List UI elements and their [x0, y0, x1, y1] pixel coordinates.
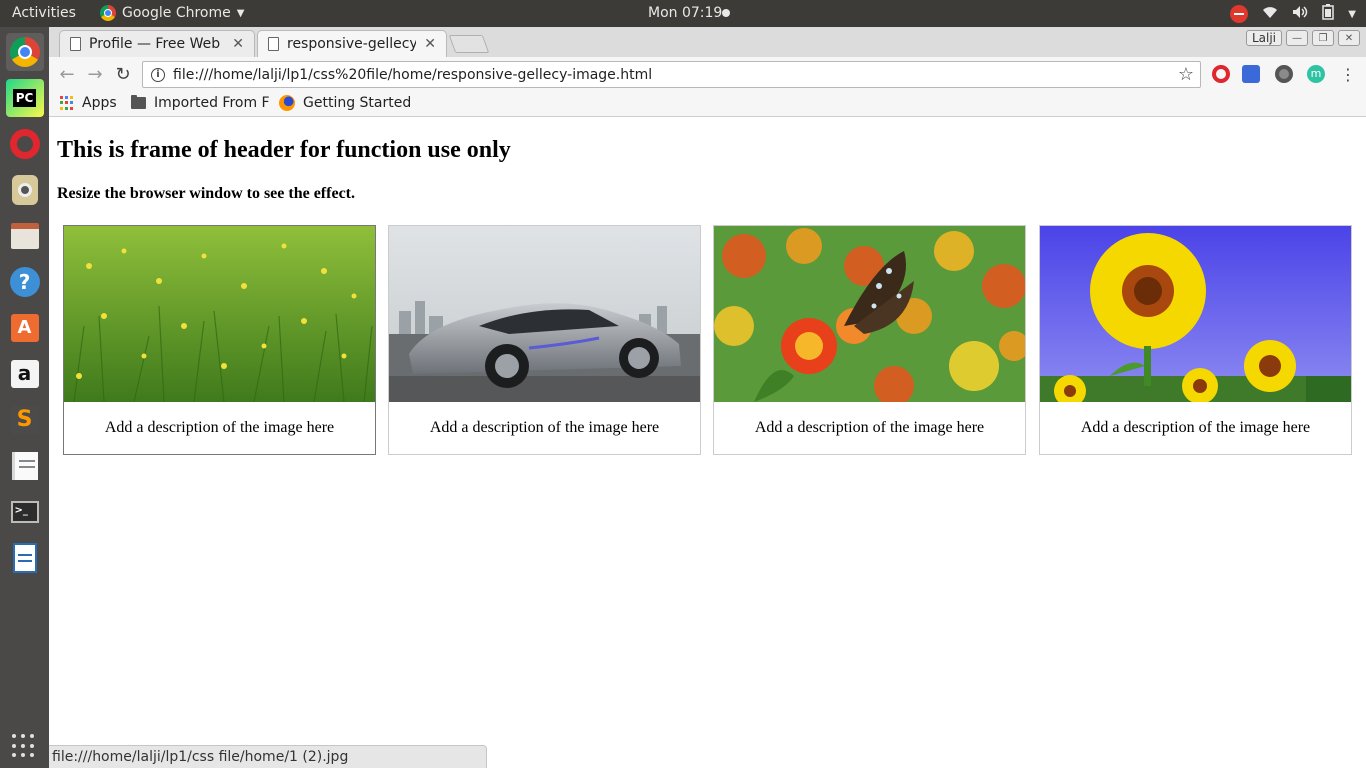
pycharm-icon[interactable]: PC — [5, 79, 44, 117]
writer-icon[interactable] — [6, 539, 44, 577]
page-icon — [70, 37, 81, 51]
launcher-dock: PC ? A a S >_ — [0, 27, 49, 768]
image-description: Add a description of the image here — [754, 419, 985, 436]
chrome-icon — [100, 5, 116, 21]
close-icon[interactable]: ✕ — [232, 36, 244, 52]
system-top-bar: Activities Google Chrome ▼ Mon 07:19 ▼ — [0, 0, 1366, 27]
show-applications-icon[interactable] — [12, 734, 36, 758]
address-bar[interactable]: i file:///home/lalji/lp1/css%20file/home… — [142, 61, 1201, 88]
gallery-item-grass[interactable]: Add a description of the image here — [63, 225, 376, 455]
forward-arrow-icon[interactable]: → — [84, 63, 106, 85]
bookmark-label: Getting Started — [303, 95, 412, 111]
notification-dot-icon — [722, 9, 730, 17]
apps-grid-icon — [60, 96, 74, 110]
m-extension-icon[interactable]: m — [1307, 65, 1325, 83]
tab-title: responsive-gellecy- — [287, 36, 417, 52]
close-icon[interactable]: ✕ — [424, 36, 436, 52]
volume-icon[interactable] — [1292, 5, 1308, 23]
chrome-icon[interactable] — [5, 33, 44, 71]
close-window-icon[interactable]: ✕ — [1338, 30, 1360, 46]
bookmark-label: Imported From F — [154, 95, 270, 111]
status-bubble: file:///home/lalji/lp1/css file/home/1 (… — [49, 745, 487, 768]
new-tab-button[interactable] — [448, 35, 490, 53]
bookmark-star-icon[interactable]: ☆ — [1178, 64, 1194, 85]
page-heading: This is frame of header for function use… — [57, 137, 511, 163]
wifi-icon[interactable] — [1262, 5, 1278, 23]
page-subtitle: Resize the browser window to see the eff… — [57, 185, 355, 202]
record-extension-icon[interactable] — [1275, 65, 1293, 83]
activities-button[interactable]: Activities — [12, 5, 76, 21]
sports-car-image[interactable] — [389, 226, 700, 402]
more-menu-icon[interactable]: ⋮ — [1337, 63, 1359, 85]
opera-icon[interactable] — [6, 125, 44, 163]
bookmark-apps[interactable]: Apps — [60, 95, 117, 111]
minimize-icon[interactable]: — — [1286, 30, 1308, 46]
folder-icon — [131, 95, 146, 109]
browser-toolbar: ← → ↻ i file:///home/lalji/lp1/css%20fil… — [49, 57, 1366, 91]
app-menu[interactable]: Google Chrome ▼ — [100, 5, 244, 21]
web-page: This is frame of header for function use… — [49, 118, 1366, 768]
do-not-disturb-icon[interactable] — [1230, 5, 1249, 23]
butterfly-flowers-image[interactable] — [714, 226, 1025, 402]
bookmark-getting-started[interactable]: Getting Started — [279, 95, 411, 111]
app-menu-label: Google Chrome — [122, 5, 231, 21]
amazon-icon[interactable]: a — [6, 355, 44, 393]
info-icon[interactable]: i — [151, 67, 165, 82]
window-controls: Lalji — ❐ ✕ — [1245, 30, 1360, 46]
back-arrow-icon[interactable]: ← — [56, 63, 78, 85]
chevron-down-icon: ▼ — [236, 7, 245, 19]
tab-strip: Profile — Free Web ✕ responsive-gellecy-… — [49, 27, 1366, 57]
bookmarks-bar: Apps Imported From F Getting Started — [49, 91, 1366, 117]
clock[interactable]: Mon 07:19 — [648, 5, 722, 21]
translate-extension-icon[interactable] — [1242, 65, 1260, 83]
profile-button[interactable]: Lalji — [1245, 30, 1282, 46]
tab-responsive-gallery[interactable]: responsive-gellecy- ✕ — [257, 30, 447, 57]
address-text[interactable]: file:///home/lalji/lp1/css%20file/home/r… — [173, 67, 652, 83]
power-menu-chevron-icon[interactable]: ▼ — [1348, 9, 1356, 20]
gallery-item-butterfly[interactable]: Add a description of the image here — [713, 225, 1026, 455]
reload-icon[interactable]: ↻ — [112, 63, 134, 85]
image-description: Add a description of the image here — [429, 419, 660, 436]
system-tray[interactable]: ▼ — [1230, 4, 1356, 24]
sublime-text-icon[interactable]: S — [6, 401, 44, 439]
bookmark-label: Apps — [82, 95, 117, 111]
help-icon[interactable]: ? — [6, 263, 44, 301]
text-editor-icon[interactable] — [6, 447, 44, 485]
tab-profile[interactable]: Profile — Free Web ✕ — [59, 30, 255, 57]
image-description: Add a description of the image here — [1080, 419, 1311, 436]
sunflowers-image[interactable] — [1040, 226, 1351, 402]
restore-icon[interactable]: ❐ — [1312, 30, 1334, 46]
opera-extension-icon[interactable] — [1212, 65, 1230, 83]
page-icon — [268, 37, 279, 51]
terminal-icon[interactable]: >_ — [6, 493, 44, 531]
bookmark-imported-folder[interactable]: Imported From F — [131, 95, 270, 111]
battery-icon[interactable] — [1322, 4, 1335, 24]
gallery-item-car[interactable]: Add a description of the image here — [388, 225, 701, 455]
rhythmbox-icon[interactable] — [6, 171, 44, 209]
tab-title: Profile — Free Web — [89, 36, 221, 52]
files-icon[interactable] — [6, 217, 44, 255]
image-description: Add a description of the image here — [104, 419, 335, 436]
software-center-icon[interactable]: A — [6, 309, 44, 347]
grass-field-image[interactable] — [64, 226, 375, 402]
firefox-icon — [279, 95, 295, 111]
gallery-item-sunflowers[interactable]: Add a description of the image here — [1039, 225, 1352, 455]
